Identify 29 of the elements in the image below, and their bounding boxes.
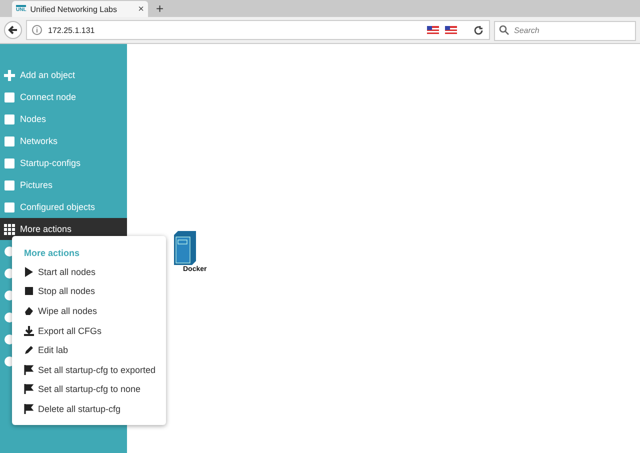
menu-title: More actions [24,247,81,260]
flag-icon [445,26,457,34]
play-icon [24,266,34,277]
address-bar[interactable]: 172.25.1.131 [26,20,490,40]
menu-item[interactable]: Edit lab [24,340,166,360]
back-icon[interactable] [4,21,22,39]
grid-icon [4,224,15,234]
stop-icon [24,286,34,296]
pencil-icon [24,345,34,356]
url-text: 172.25.1.131 [48,26,95,34]
flag-icon [24,364,34,375]
new-tab-button[interactable]: + [156,1,164,16]
reload-icon[interactable] [473,24,484,36]
tab-title: Unified Networking Labs [30,4,118,14]
menu-item[interactable]: Wipe all nodes [24,301,166,321]
menu-item[interactable]: Delete all startup-cfg [24,399,166,419]
menu-item[interactable]: Set all startup-cfg to exported [24,360,166,380]
flag-icon [24,404,34,414]
close-tab-button[interactable]: × [138,4,144,14]
download-icon [24,326,34,336]
menu-item[interactable]: Set all startup-cfg to none [24,380,166,400]
menu-item[interactable]: Stop all nodes [24,282,166,302]
menu-item[interactable]: Start all nodes [24,262,166,282]
flag-icon [427,26,439,34]
menu-item[interactable]: Export all CFGs [24,320,166,340]
plus-icon [4,70,15,80]
flag-icon [24,384,34,394]
server-icon[interactable] [174,231,196,265]
search-field[interactable]: Search [494,20,636,40]
